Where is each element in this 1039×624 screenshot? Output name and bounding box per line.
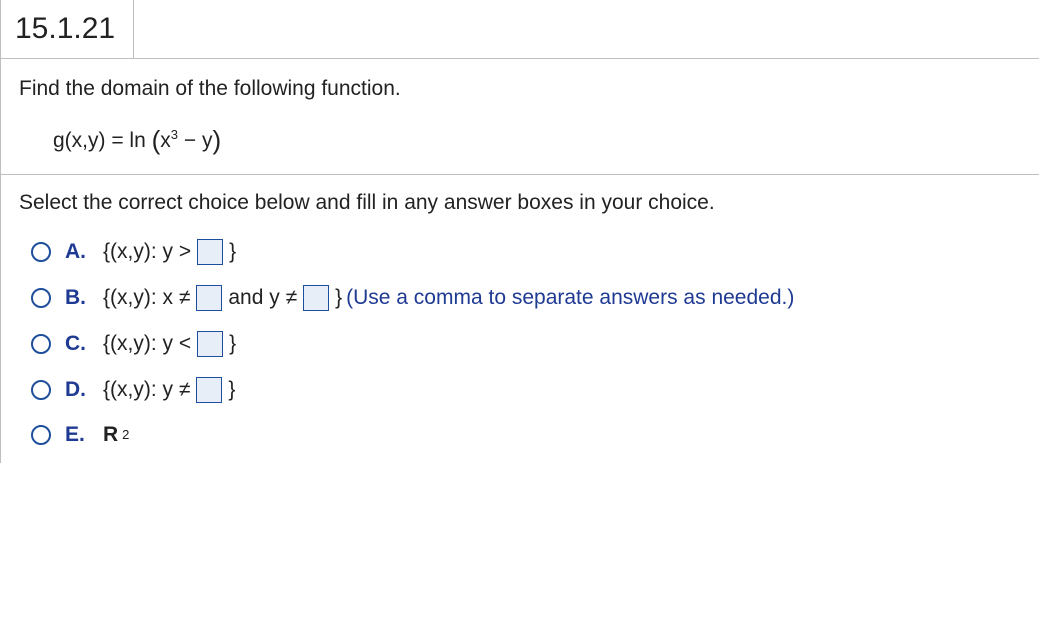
choice-b-label: B. <box>65 286 89 310</box>
choice-d-input[interactable] <box>196 377 222 403</box>
choice-c-post: } <box>229 332 236 356</box>
prompt-block: Find the domain of the following functio… <box>1 59 1039 175</box>
choice-a-post: } <box>229 240 236 264</box>
question-container: 15.1.21 Find the domain of the following… <box>0 0 1039 463</box>
instruction-block: Select the correct choice below and fill… <box>1 175 1039 221</box>
choice-d-content: {(x,y): y ≠ } <box>103 377 235 403</box>
choice-a-content: {(x,y): y > } <box>103 239 236 265</box>
choice-c-row: C. {(x,y): y < } <box>31 331 1019 357</box>
open-paren: ( <box>152 125 161 156</box>
equation-inside-pre: x <box>160 129 171 152</box>
radio-e[interactable] <box>31 425 51 445</box>
choice-a-label: A. <box>65 240 89 264</box>
radio-b[interactable] <box>31 288 51 308</box>
choice-d-pre: {(x,y): y ≠ <box>103 378 190 402</box>
choice-b-input-2[interactable] <box>303 285 329 311</box>
choice-b-mid: and y ≠ <box>228 286 297 310</box>
choice-e-row: E. R2 <box>31 423 1019 447</box>
instruction-text: Select the correct choice below and fill… <box>19 191 715 214</box>
choice-d-label: D. <box>65 378 89 402</box>
choice-a-input[interactable] <box>197 239 223 265</box>
radio-d[interactable] <box>31 380 51 400</box>
choice-a-pre: {(x,y): y > <box>103 240 191 264</box>
choice-e-base: R <box>103 423 118 447</box>
close-paren: ) <box>212 125 221 156</box>
choice-e-content: R2 <box>103 423 129 447</box>
equation-inside-post: − y <box>178 129 212 152</box>
choice-b-hint: (Use a comma to separate answers as need… <box>346 286 794 310</box>
choice-c-content: {(x,y): y < } <box>103 331 236 357</box>
choice-b-row: B. {(x,y): x ≠ and y ≠ } (Use a comma to… <box>31 285 1019 311</box>
choice-b-pre: {(x,y): x ≠ <box>103 286 190 310</box>
choice-c-pre: {(x,y): y < <box>103 332 191 356</box>
equation: g(x,y) = ln (x3 − y) <box>19 123 1021 154</box>
prompt-text: Find the domain of the following functio… <box>19 77 1021 101</box>
choices-block: A. {(x,y): y > } B. {(x,y): x ≠ and y ≠ … <box>1 221 1039 463</box>
question-number: 15.1.21 <box>1 0 134 58</box>
radio-c[interactable] <box>31 334 51 354</box>
choice-d-row: D. {(x,y): y ≠ } <box>31 377 1019 403</box>
choice-b-input-1[interactable] <box>196 285 222 311</box>
equation-lhs: g(x,y) = ln <box>53 129 146 152</box>
choice-a-row: A. {(x,y): y > } <box>31 239 1019 265</box>
choice-c-input[interactable] <box>197 331 223 357</box>
choice-d-post: } <box>228 378 235 402</box>
equation-exp: 3 <box>171 127 178 142</box>
choice-b-content: {(x,y): x ≠ and y ≠ } (Use a comma to se… <box>103 285 794 311</box>
radio-a[interactable] <box>31 242 51 262</box>
choice-e-label: E. <box>65 423 89 447</box>
choice-b-post: } <box>335 286 342 310</box>
choice-c-label: C. <box>65 332 89 356</box>
question-header-row: 15.1.21 <box>1 0 1039 59</box>
